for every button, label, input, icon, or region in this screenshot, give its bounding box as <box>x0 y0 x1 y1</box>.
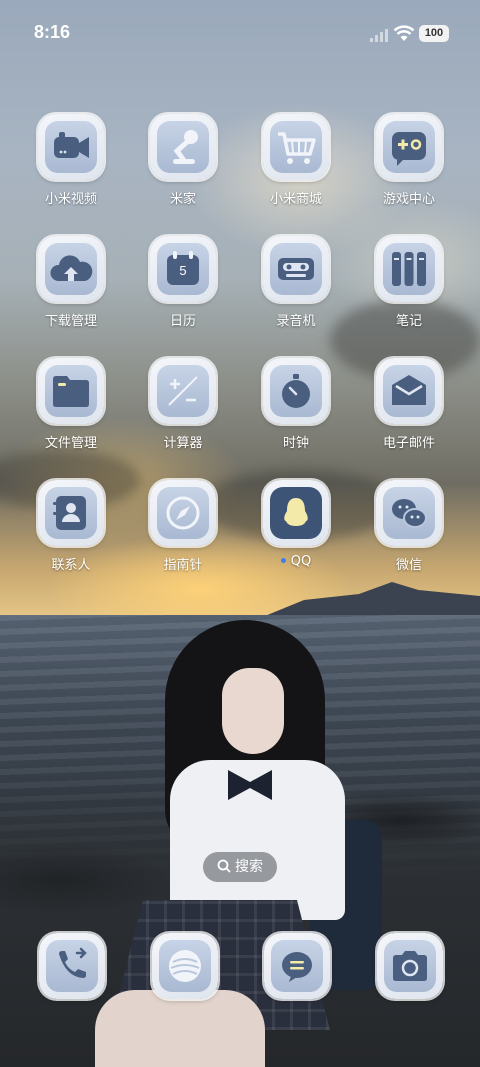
app-tile <box>263 480 329 546</box>
cellular-signal-icon <box>370 27 388 46</box>
app-tile <box>376 358 442 424</box>
app-label: QQ <box>240 554 352 569</box>
app-clock[interactable]: 时钟 <box>240 358 352 451</box>
app-label: 录音机 <box>276 314 316 329</box>
calculator-icon <box>168 376 198 406</box>
envelope-icon <box>392 375 426 405</box>
browser-planet-icon <box>169 950 201 982</box>
dock-camera[interactable] <box>375 933 445 1003</box>
dock-phone[interactable] <box>37 933 107 1003</box>
app-file-manager[interactable]: 文件管理 <box>15 358 127 451</box>
app-tile <box>376 114 442 180</box>
contact-card-icon <box>53 496 86 530</box>
app-qq[interactable]: QQ <box>240 480 352 569</box>
qq-penguin-icon <box>284 498 308 526</box>
app-label: 电子邮件 <box>382 436 435 451</box>
app-xiaomi-mall[interactable]: 小米商城 <box>240 114 352 207</box>
desk-lamp-icon <box>173 130 198 164</box>
app-tile: 5 <box>150 236 216 302</box>
notebook-icon <box>392 252 426 286</box>
app-label: 日历 <box>169 314 196 329</box>
phone-call-icon <box>59 947 87 978</box>
app-label-text: QQ <box>290 554 312 569</box>
wechat-bubbles-icon <box>392 499 427 528</box>
app-label: 微信 <box>395 558 422 573</box>
status-time: 8:16 <box>34 22 71 42</box>
app-tile <box>263 114 329 180</box>
app-tile <box>38 480 104 546</box>
app-downloads[interactable]: 下载管理 <box>15 236 127 329</box>
wifi-icon <box>393 24 415 46</box>
video-camera-icon <box>54 132 89 158</box>
app-label: 笔记 <box>395 314 422 329</box>
app-tile <box>150 480 216 546</box>
app-label: 计算器 <box>163 436 203 451</box>
app-tile <box>38 236 104 302</box>
app-tile <box>38 114 104 180</box>
compass-icon <box>166 496 200 530</box>
app-game-center[interactable]: 游戏中心 <box>353 114 465 207</box>
app-tile <box>152 933 218 999</box>
app-recorder[interactable]: 录音机 <box>240 236 352 329</box>
app-label: 米家 <box>169 192 196 207</box>
app-tile <box>38 358 104 424</box>
gamepad-icon <box>392 132 426 166</box>
new-install-dot <box>280 558 286 563</box>
dock-browser[interactable] <box>150 933 220 1003</box>
folder-icon <box>53 376 89 407</box>
app-tile <box>376 236 442 302</box>
app-contacts[interactable]: 联系人 <box>15 480 127 573</box>
app-calculator[interactable]: 计算器 <box>127 358 239 451</box>
app-label: 小米视频 <box>44 192 97 207</box>
wallpaper-face <box>222 668 284 754</box>
app-xiaomi-video[interactable]: 小米视频 <box>15 114 127 207</box>
app-tile <box>264 933 330 999</box>
app-compass[interactable]: 指南针 <box>127 480 239 573</box>
app-tile <box>39 933 105 999</box>
stopwatch-icon <box>282 374 310 408</box>
app-tile <box>150 114 216 180</box>
camera-icon <box>393 951 427 981</box>
app-label: 指南针 <box>163 558 203 573</box>
app-tile <box>263 358 329 424</box>
app-label: 小米商城 <box>269 192 322 207</box>
search-button[interactable]: 搜索 <box>203 852 277 882</box>
battery-indicator: 100 <box>419 25 449 42</box>
app-tile <box>150 358 216 424</box>
app-tile <box>263 236 329 302</box>
cassette-recorder-icon <box>278 258 314 280</box>
app-tile <box>376 480 442 546</box>
app-notes[interactable]: 笔记 <box>353 236 465 329</box>
app-label: 联系人 <box>51 558 91 573</box>
app-label: 游戏中心 <box>382 192 435 207</box>
shopping-cart-icon <box>278 132 316 164</box>
app-wechat[interactable]: 微信 <box>353 480 465 573</box>
app-label: 时钟 <box>282 436 309 451</box>
app-email[interactable]: 电子邮件 <box>353 358 465 451</box>
app-calendar[interactable]: 5 日历 <box>127 236 239 329</box>
cloud-upload-icon <box>50 255 93 281</box>
app-label: 文件管理 <box>44 436 97 451</box>
search-label: 搜索 <box>235 859 263 875</box>
dock-messages[interactable] <box>262 933 332 1003</box>
app-tile <box>377 933 443 999</box>
app-mijia[interactable]: 米家 <box>127 114 239 207</box>
status-bar: 8:16 100 <box>0 0 480 66</box>
calendar-day: 5 <box>179 263 187 278</box>
app-label: 下载管理 <box>44 314 97 329</box>
search-icon <box>217 854 231 884</box>
message-bubble-icon <box>282 952 312 982</box>
